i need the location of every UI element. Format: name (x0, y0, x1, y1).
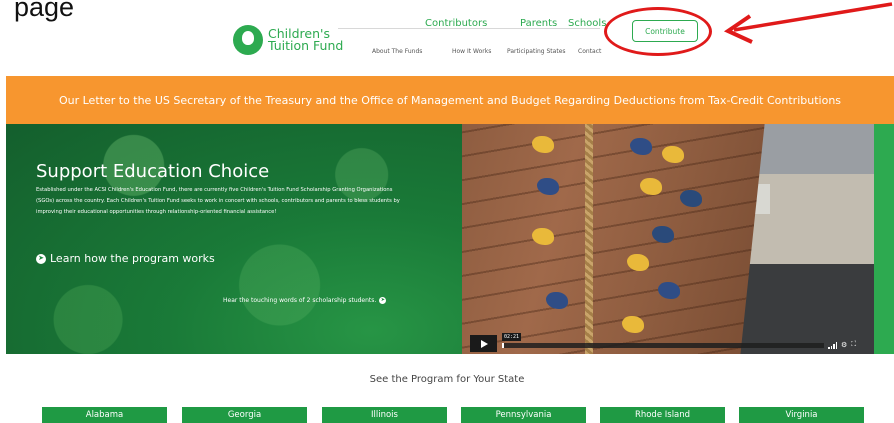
climbing-hold (652, 226, 674, 243)
state-button-pennsylvania[interactable]: Pennsylvania (461, 407, 586, 423)
state-button-georgia[interactable]: Georgia (182, 407, 307, 423)
scholarship-students-link[interactable]: Hear the touching words of 2 scholarship… (223, 297, 387, 304)
nav-divider (338, 28, 600, 29)
hero-description: Established under the ACSI Children's Ed… (36, 187, 400, 215)
state-button-rhode-island[interactable]: Rhode Island (600, 407, 725, 423)
settings-gear-icon[interactable]: ⚙ (841, 341, 847, 349)
annotation-arrow (723, 2, 893, 44)
climbing-hold (532, 136, 554, 153)
learn-program-link-label: Learn how the program works (50, 252, 215, 265)
banner-link[interactable]: Our Letter to the US Secretary of the Tr… (59, 94, 841, 107)
subnav-contact[interactable]: Contact (578, 48, 601, 55)
video-frame-rope (585, 124, 593, 354)
logo-line-2: Tuition Fund (268, 38, 344, 53)
climbing-hold (630, 138, 652, 155)
hero-side-strip (874, 124, 894, 354)
states-section-title: See the Program for Your State (369, 374, 525, 385)
state-button-illinois[interactable]: Illinois (322, 407, 447, 423)
subnav-about-the-funds[interactable]: About The Funds (372, 48, 422, 55)
subnav-participating-states[interactable]: Participating States (507, 48, 566, 55)
state-button-virginia[interactable]: Virginia (739, 407, 864, 423)
fullscreen-icon[interactable]: ⛶ (851, 341, 856, 349)
climbing-hold (662, 146, 684, 163)
caption-text: page (14, 0, 75, 22)
scholarship-students-link-label: Hear the touching words of 2 scholarship… (223, 297, 377, 304)
logo-icon (233, 25, 263, 55)
hero-title: Support Education Choice (36, 161, 270, 182)
learn-program-link[interactable]: ➤ Learn how the program works (36, 252, 215, 265)
arrow-circle-right-icon: ➤ (379, 297, 387, 304)
volume-icon[interactable] (828, 341, 837, 349)
annotation-circle (604, 7, 712, 56)
video-progress-bar[interactable] (502, 343, 824, 348)
hero-background-image (6, 124, 462, 354)
climbing-hold (658, 282, 680, 299)
video-timecode: 02:21 (502, 333, 522, 341)
video-control-icons: ⚙ ⛶ (828, 341, 856, 349)
climbing-hold (627, 254, 649, 271)
video-progress-fill (502, 343, 504, 348)
climbing-hold (640, 178, 662, 195)
climbing-hold (680, 190, 702, 207)
subnav-how-it-works[interactable]: How It Works (452, 48, 491, 55)
play-button[interactable] (470, 335, 497, 352)
video-frame-planks (462, 124, 766, 354)
hero-section: Support Education Choice Established und… (6, 124, 894, 354)
state-button-alabama[interactable]: Alabama (42, 407, 167, 423)
video-player[interactable]: 02:21 ⚙ ⛶ (462, 124, 874, 354)
video-controls: 02:21 ⚙ ⛶ (462, 330, 874, 354)
site-logo[interactable]: Children's Tuition Fund (233, 25, 343, 55)
climbing-hold (532, 228, 554, 245)
climbing-hold (546, 292, 568, 309)
announcement-banner[interactable]: Our Letter to the US Secretary of the Tr… (6, 76, 894, 124)
climbing-hold (537, 178, 559, 195)
logo-text: Children's Tuition Fund (268, 27, 344, 53)
arrow-circle-right-icon: ➤ (36, 253, 46, 264)
